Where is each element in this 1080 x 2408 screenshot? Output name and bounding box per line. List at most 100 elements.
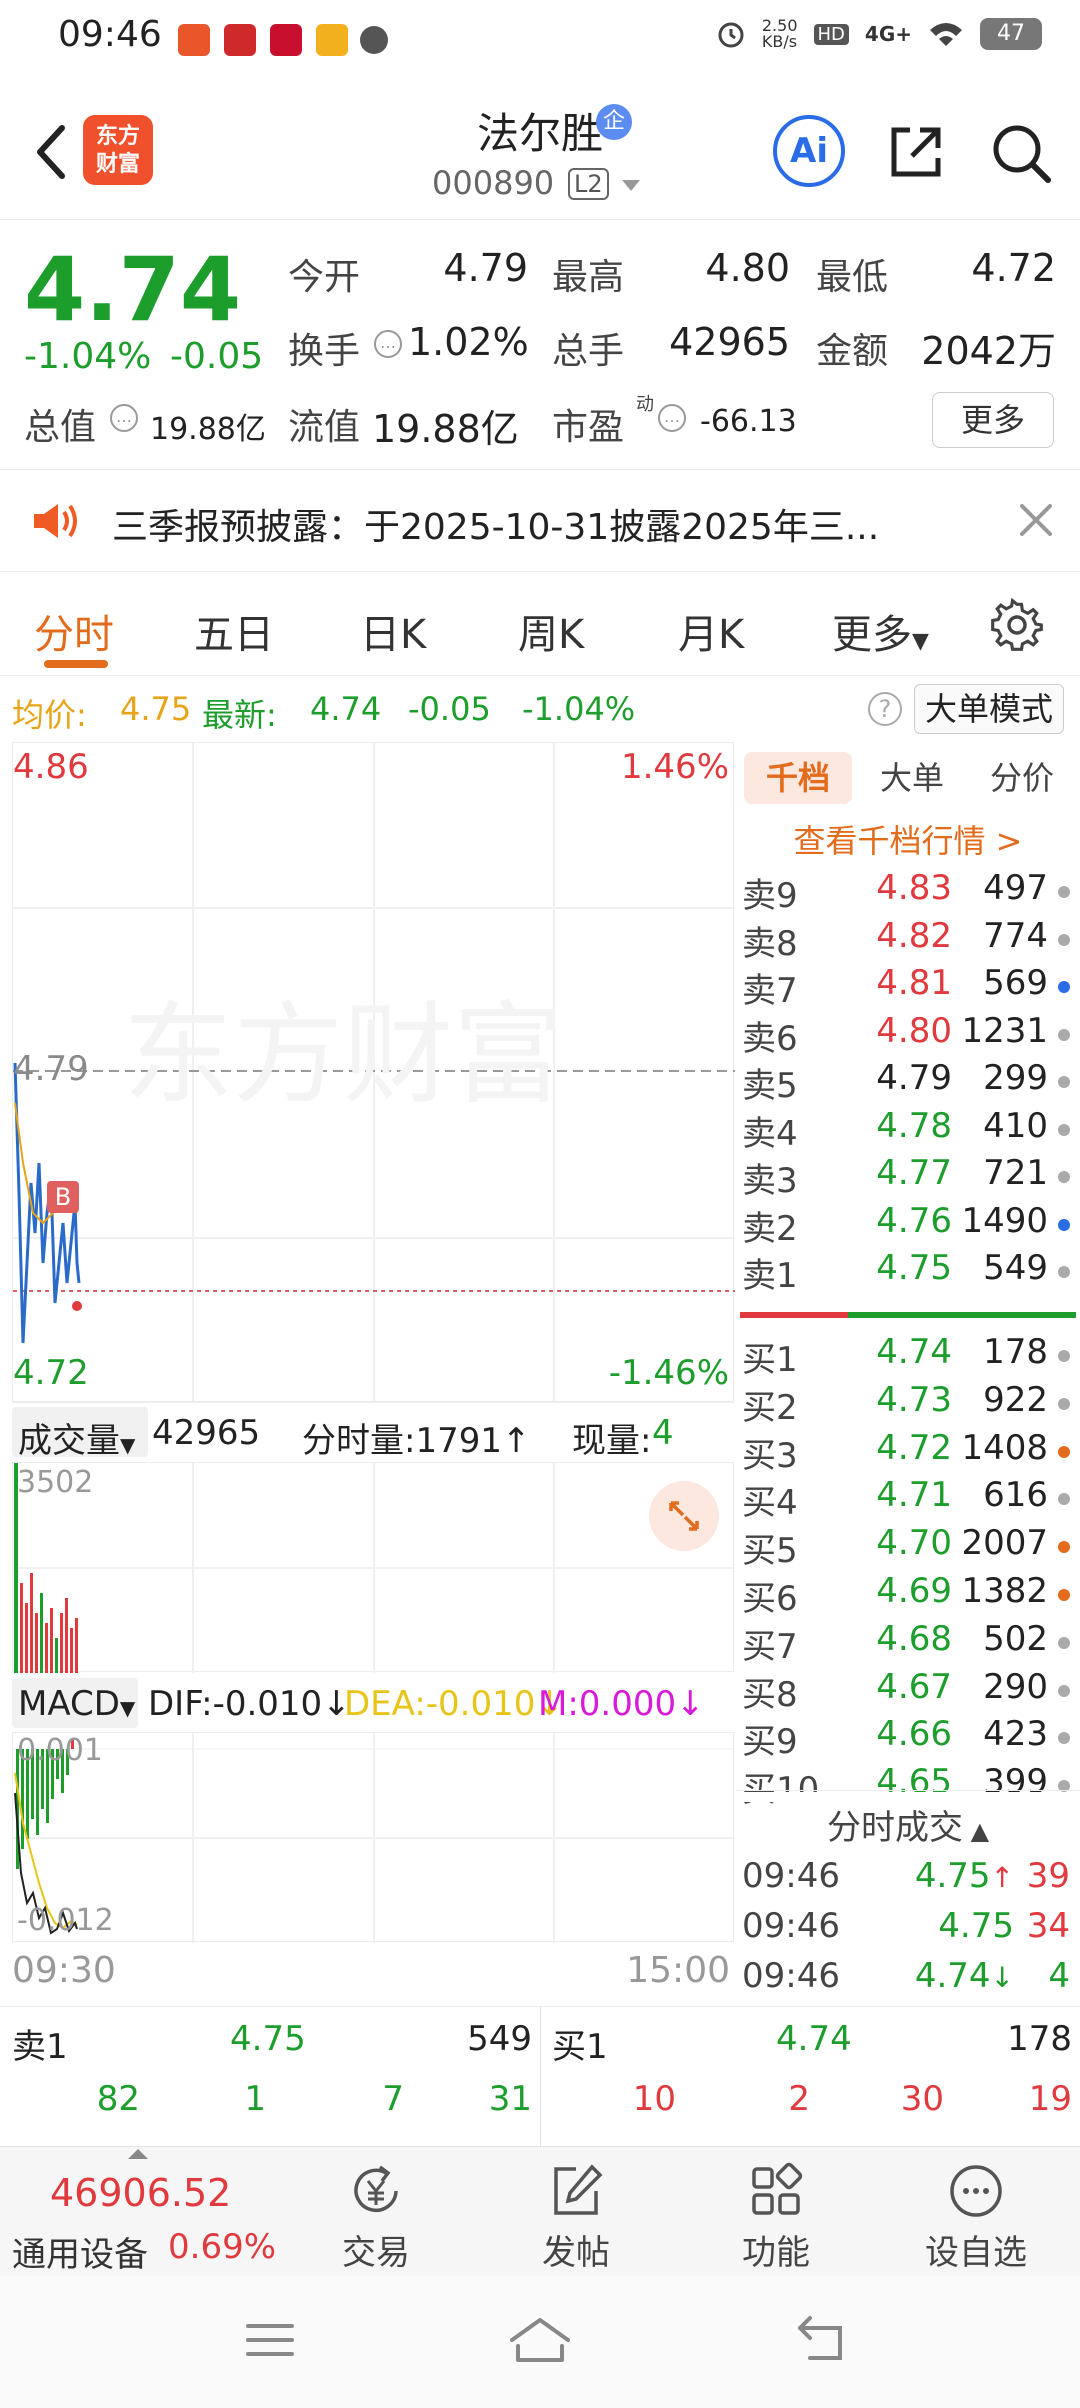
orderbook-row-buy[interactable]: 买9 4.66 423 <box>740 1714 1076 1762</box>
more-button[interactable]: 更多 <box>932 392 1054 448</box>
macd-chart[interactable]: 0.001 -0.012 <box>12 1732 735 1943</box>
orderbook-row-sell[interactable]: 卖2 4.76 1490 <box>740 1201 1076 1249</box>
add-watchlist-button[interactable]: 设自选 <box>906 2155 1046 2274</box>
share-icon[interactable] <box>886 122 946 182</box>
orderbook-row-sell[interactable]: 卖5 4.79 299 <box>740 1058 1076 1106</box>
post-button[interactable]: 发帖 <box>506 2155 646 2274</box>
orderbook-level-label: 卖5 <box>742 1066 798 1106</box>
arrow-up-icon: ↑ <box>501 1421 531 1461</box>
orderbook-price: 4.81 <box>876 963 952 1003</box>
orderbook-level-label: 买3 <box>742 1435 798 1476</box>
back-nav-icon[interactable] <box>796 2316 848 2364</box>
orderbook-price: 4.67 <box>876 1666 952 1707</box>
orderbook-row-buy[interactable]: 买6 4.69 1382 <box>740 1571 1076 1619</box>
info-icon[interactable]: … <box>658 404 686 432</box>
home-icon[interactable] <box>508 2316 572 2364</box>
status-time: 09:46 <box>58 14 162 55</box>
orderbook-volume: 410 <box>983 1105 1048 1146</box>
orderbook-volume: 922 <box>983 1379 1048 1420</box>
l2-badge[interactable]: L2 <box>568 168 609 200</box>
macd-selector[interactable]: MACD▼ <box>12 1678 138 1728</box>
orderbook-row-buy[interactable]: 买3 4.72 1408 <box>740 1428 1076 1476</box>
tab-fenshi[interactable]: 分时 <box>34 602 114 660</box>
orderbook-row-sell[interactable]: 卖1 4.75 549 <box>740 1248 1076 1296</box>
info-icon[interactable]: … <box>374 330 402 358</box>
tab-qiandang[interactable]: 千档 <box>744 752 852 804</box>
orderbook-row-buy[interactable]: 买8 4.67 290 <box>740 1667 1076 1715</box>
help-icon[interactable]: ? <box>868 692 902 726</box>
amount-label: 金额 <box>816 331 889 372</box>
tab-monthly-k[interactable]: 月K <box>678 602 744 660</box>
volume-chart[interactable]: 3502 <box>12 1462 735 1673</box>
caret-up-icon[interactable] <box>126 2147 150 2161</box>
big-order-mode-button[interactable]: 大单模式 <box>914 684 1064 734</box>
trade-row: 09:46 4.75 34 <box>740 1906 1076 1956</box>
gear-icon[interactable] <box>990 598 1044 652</box>
tab-big-order[interactable]: 大单 <box>862 752 962 804</box>
close-icon[interactable] <box>1016 500 1056 540</box>
orderbook-row-buy[interactable]: 买7 4.68 502 <box>740 1619 1076 1667</box>
orderbook-row-sell[interactable]: 卖6 4.80 1231 <box>740 1011 1076 1059</box>
watermark: 东方财富 <box>123 991 563 1119</box>
orderbook-row-sell[interactable]: 卖9 4.83 497 <box>740 868 1076 916</box>
index-value[interactable]: 46906.52 <box>50 2171 231 2215</box>
buy-marker[interactable]: B <box>47 1181 79 1213</box>
menu-icon[interactable] <box>246 2320 294 2360</box>
strip-buy-volume: 178 <box>1007 2019 1072 2059</box>
trades-title[interactable]: 分时成交 ▲ <box>740 1800 1076 1849</box>
enterprise-badge: 企 <box>596 104 632 140</box>
tab-more[interactable]: 更多▼ <box>832 602 929 660</box>
orderbook-level-label: 卖4 <box>742 1113 798 1154</box>
orderbook-dot <box>1058 1732 1070 1745</box>
orderbook-row-buy[interactable]: 买4 4.71 616 <box>740 1475 1076 1523</box>
orderbook-dot <box>1058 1218 1070 1231</box>
amount-value: 2042万 <box>921 329 1056 373</box>
system-navbar <box>0 2276 1080 2408</box>
orderbook-volume: 1231 <box>961 1010 1048 1051</box>
view-qiandang-link[interactable]: 查看千档行情 > <box>740 816 1076 862</box>
latest-change: -0.05 <box>408 690 491 728</box>
pct-axis-bottom: -1.46% <box>608 1353 729 1393</box>
orderbook-row-buy[interactable]: 买1 4.74 178 <box>740 1332 1076 1380</box>
orderbook-row-buy[interactable]: 买5 4.70 2007 <box>740 1523 1076 1571</box>
speaker-icon <box>34 504 77 538</box>
orderbook-row-sell[interactable]: 卖3 4.77 721 <box>740 1153 1076 1201</box>
orderbook-row-sell[interactable]: 卖4 4.78 410 <box>740 1106 1076 1154</box>
orderbook-level-label: 卖6 <box>742 1018 798 1059</box>
search-icon[interactable] <box>990 122 1052 184</box>
macd-plot <box>13 1733 735 1943</box>
caret-up-icon: ▲ <box>962 1817 990 1845</box>
index-name[interactable]: 通用设备 <box>12 2227 148 2276</box>
orderbook-volume: 178 <box>983 1332 1048 1372</box>
tab-daily-k[interactable]: 日K <box>360 602 426 660</box>
volume-selector[interactable]: 成交量▼ <box>12 1407 148 1461</box>
ai-button[interactable]: Ai <box>773 115 845 187</box>
trade-button[interactable]: 交易 <box>306 2155 446 2274</box>
expand-button[interactable] <box>649 1481 719 1551</box>
orderbook-row-sell[interactable]: 卖7 4.81 569 <box>740 963 1076 1011</box>
trade-icon <box>354 2165 398 2213</box>
info-icon[interactable]: … <box>110 404 138 432</box>
wifi-icon <box>930 23 962 46</box>
notification-icon <box>178 24 210 56</box>
orderbook-price: 4.68 <box>876 1618 952 1659</box>
orderbook-dot <box>1058 1541 1070 1554</box>
tab-weekly-k[interactable]: 周K <box>518 602 584 660</box>
index-percent[interactable]: 0.69% <box>168 2227 276 2267</box>
latest-percent: -1.04% <box>522 690 636 728</box>
orderbook-dot <box>1058 886 1070 898</box>
notice-banner[interactable]: 三季报预披露：于2025-10-31披露2025年三... <box>0 470 1080 572</box>
macd-dea: DEA:-0.010↓ <box>344 1684 564 1724</box>
strip-buy-price: 4.74 <box>776 2019 852 2059</box>
trade-price: 4.75↑ <box>914 1856 1014 1896</box>
tab-five-day[interactable]: 五日 <box>194 602 274 660</box>
tab-price-dist[interactable]: 分价 <box>972 752 1072 804</box>
orderbook-row-buy[interactable]: 买2 4.73 922 <box>740 1380 1076 1428</box>
functions-button[interactable]: 功能 <box>706 2155 846 2274</box>
orderbook-volume: 497 <box>983 868 1048 908</box>
caret-down-icon[interactable] <box>620 178 642 194</box>
volume-label: 总手 <box>552 331 625 372</box>
macd-axis-bottom: -0.012 <box>17 1903 114 1938</box>
orderbook-row-sell[interactable]: 卖8 4.82 774 <box>740 916 1076 964</box>
intraday-chart[interactable]: 东方财富 B 4.86 1.46% 4.79 4.72 -1.46% <box>12 742 735 1403</box>
